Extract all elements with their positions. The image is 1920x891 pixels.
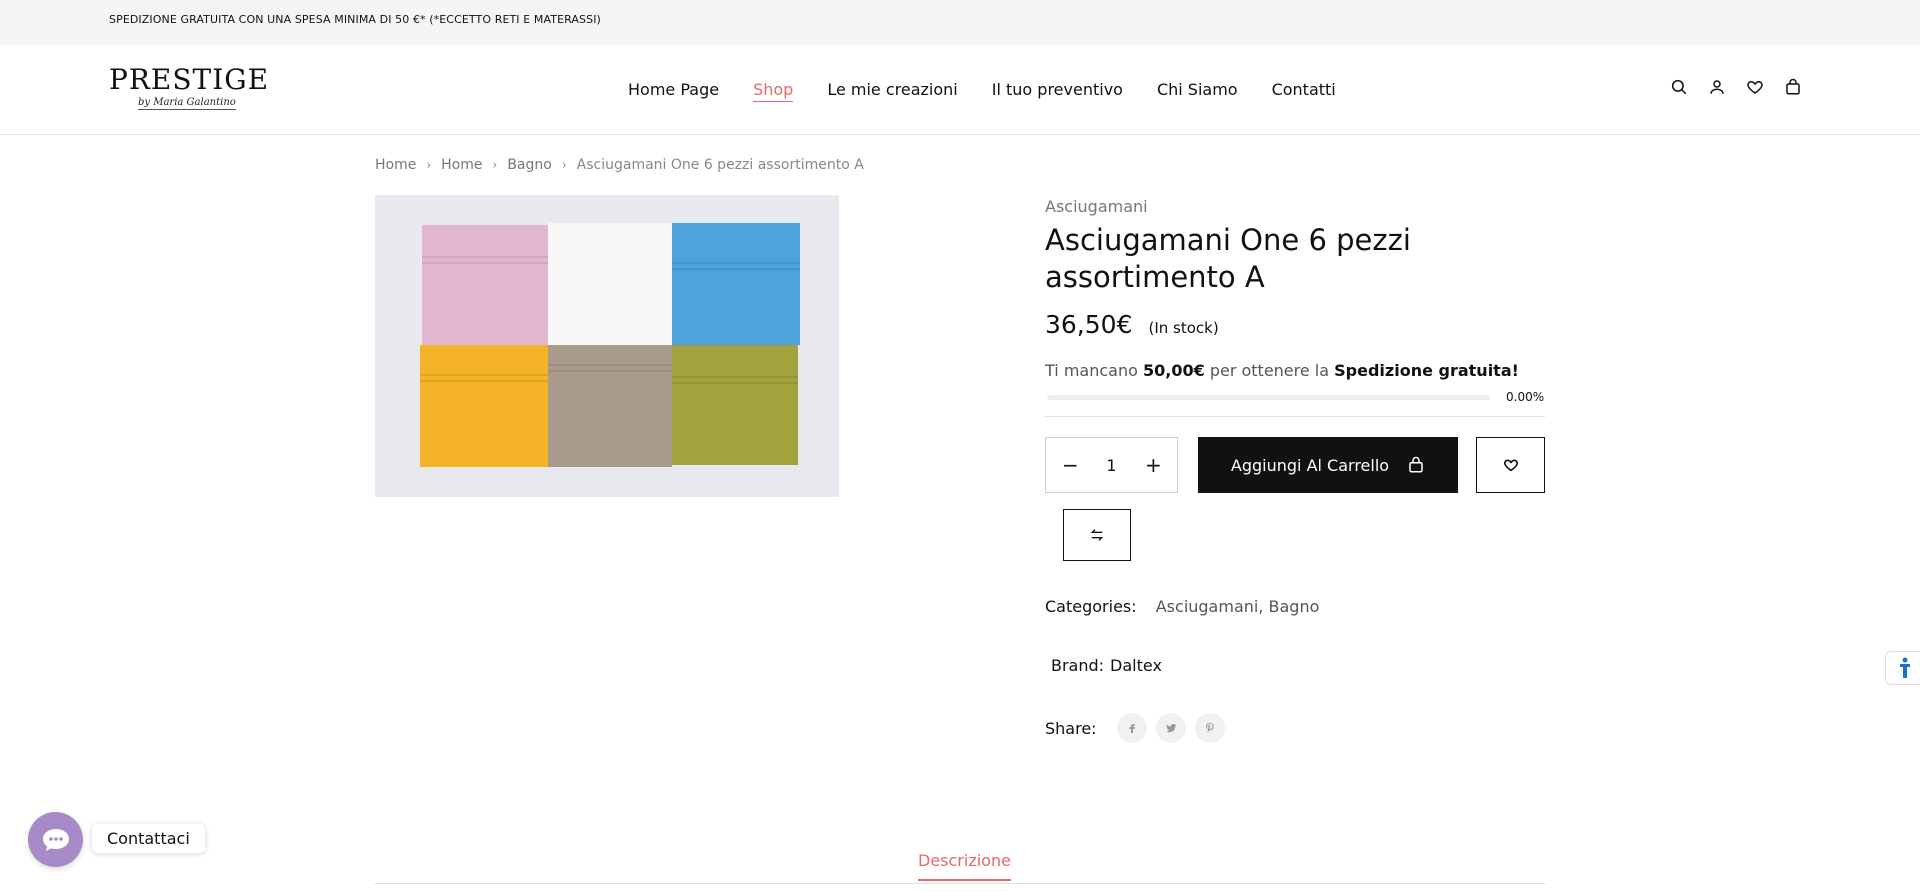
shipping-middle: per ottenere la (1209, 361, 1330, 380)
twitter-icon[interactable] (1155, 713, 1186, 743)
categories-label: Categories: (1045, 597, 1137, 616)
chevron-right-icon: › (426, 158, 432, 172)
compare-arrows-icon (1090, 529, 1104, 541)
site-header: PRESTIGE by Maria Galantino Home Page Sh… (0, 45, 1920, 135)
product-price: 36,50€ (1045, 310, 1133, 339)
shipping-prefix: Ti mancano (1045, 361, 1138, 380)
shipping-amount: 50,00€ (1142, 361, 1205, 380)
header-actions (1670, 78, 1822, 96)
chat-button[interactable] (28, 812, 83, 867)
chat-label[interactable]: Contattaci (92, 824, 205, 853)
product-title: Asciugamani One 6 pezzi assortimento A (1045, 223, 1411, 294)
bag-icon[interactable] (1784, 78, 1802, 96)
product-brand: Brand: Daltex (1045, 656, 1545, 675)
chevron-right-icon: › (492, 158, 498, 172)
site-logo[interactable]: PRESTIGE by Maria Galantino (109, 65, 269, 115)
main-nav: Home Page Shop Le mie creazioni Il tuo p… (628, 80, 1370, 102)
quantity-input[interactable] (1091, 455, 1132, 475)
nav-item-home-page[interactable]: Home Page (628, 80, 719, 102)
nav-item-shop[interactable]: Shop (753, 80, 794, 102)
shipping-goal: Spedizione gratuita! (1334, 361, 1519, 380)
chat-icon (42, 828, 69, 851)
towel-white (548, 223, 672, 345)
plus-icon[interactable]: + (1145, 453, 1162, 477)
facebook-icon[interactable] (1116, 713, 1147, 743)
tab-descrizione[interactable]: Descrizione (918, 851, 1011, 881)
tabs-divider (375, 883, 1545, 884)
product-image[interactable] (375, 195, 839, 497)
share-row: Share: (1045, 713, 1545, 743)
towel-blue (672, 223, 800, 345)
nav-item-contatti[interactable]: Contatti (1272, 80, 1336, 102)
chevron-right-icon: › (561, 158, 567, 172)
add-to-cart-label: Aggiungi Al Carrello (1230, 455, 1390, 475)
towel-pink (422, 225, 548, 345)
breadcrumb-current: Asciugamani One 6 pezzi assortimento A (576, 157, 864, 173)
add-to-wishlist-button[interactable] (1476, 437, 1545, 493)
compare-button[interactable] (1063, 509, 1131, 561)
heart-icon[interactable] (1746, 78, 1764, 96)
brand-label: Brand: (1051, 656, 1105, 675)
progress-percent: 0.00% (1506, 390, 1545, 404)
brand-value[interactable]: Daltex (1110, 656, 1162, 675)
logo-subtitle: by Maria Galantino (138, 97, 236, 110)
nav-item-il-tuo-preventivo[interactable]: Il tuo preventivo (992, 80, 1123, 102)
free-shipping-text: SPEDIZIONE GRATUITA CON UNA SPESA MINIMA… (109, 13, 601, 26)
quantity-stepper: − + (1045, 437, 1178, 493)
towel-taupe (548, 345, 672, 467)
categories-value[interactable]: Asciugamani, Bagno (1156, 597, 1320, 616)
price-row: 36,50€ (In stock) (1045, 310, 1545, 339)
bag-icon (1409, 456, 1423, 473)
search-icon[interactable] (1670, 78, 1688, 96)
product-category[interactable]: Asciugamani (1045, 197, 1545, 216)
accessibility-icon (1900, 657, 1910, 678)
heart-icon (1503, 459, 1518, 472)
towel-olive (672, 345, 798, 465)
divider (1045, 416, 1545, 417)
minus-icon[interactable]: − (1062, 453, 1079, 477)
product-categories: Categories: Asciugamani, Bagno (1045, 597, 1545, 616)
stock-status: (In stock) (1148, 319, 1219, 337)
shipping-progress: 0.00% (1045, 390, 1545, 404)
share-label: Share: (1045, 718, 1097, 738)
free-shipping-banner: SPEDIZIONE GRATUITA CON UNA SPESA MINIMA… (0, 0, 1920, 45)
towels-photo (375, 195, 839, 497)
accessibility-toggle[interactable] (1885, 651, 1920, 685)
nav-item-chi-siamo[interactable]: Chi Siamo (1157, 80, 1238, 102)
breadcrumb-home[interactable]: Home (375, 157, 416, 173)
progress-track (1047, 394, 1490, 400)
breadcrumb-bagno[interactable]: Bagno (507, 157, 552, 173)
add-to-cart-button[interactable]: Aggiungi Al Carrello (1198, 437, 1458, 493)
free-shipping-notice: Ti mancano 50,00€ per ottenere la Spediz… (1045, 361, 1545, 380)
breadcrumb: Home › Home › Bagno › Asciugamani One 6 … (375, 157, 864, 173)
pinterest-icon[interactable] (1194, 713, 1225, 743)
breadcrumb-home-2[interactable]: Home (441, 157, 482, 173)
add-to-cart-row: − + Aggiungi Al Carrello (1045, 437, 1545, 493)
user-icon[interactable] (1708, 78, 1726, 96)
logo-name: PRESTIGE (109, 63, 270, 96)
towel-yellow (420, 345, 548, 467)
product-info: Asciugamani Asciugamani One 6 pezzi asso… (1045, 195, 1545, 743)
nav-item-le-mie-creazioni[interactable]: Le mie creazioni (827, 80, 957, 102)
